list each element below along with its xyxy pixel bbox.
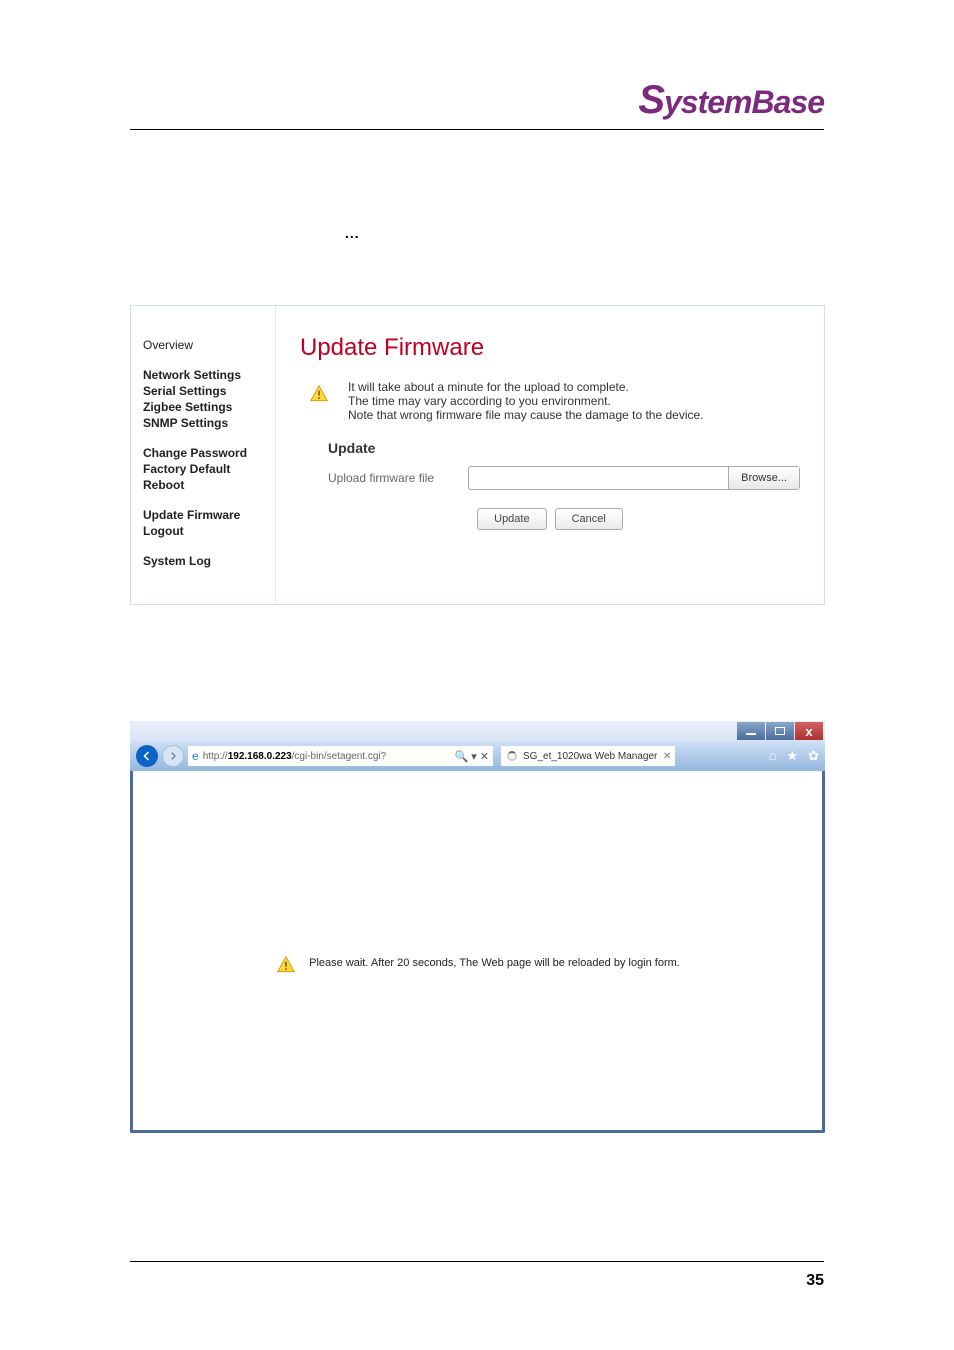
window-maximize-button[interactable]: [766, 722, 794, 740]
firmware-file-input[interactable]: Browse...: [468, 466, 800, 490]
arrow-left-icon: [141, 750, 153, 762]
sidebar-item-reboot[interactable]: Reboot: [143, 478, 275, 492]
browser-forward-button[interactable]: [162, 745, 184, 767]
ie-page-icon: e: [192, 749, 199, 763]
dropdown-icon[interactable]: ▾: [471, 750, 477, 763]
section-heading-update: Update: [328, 440, 800, 456]
browse-button[interactable]: Browse...: [728, 467, 799, 489]
cancel-button[interactable]: Cancel: [555, 508, 623, 530]
browser-tab[interactable]: SG_et_1020wa Web Manager ✕: [501, 746, 675, 766]
address-bar[interactable]: e http://192.168.0.223/cgi-bin/setagent.…: [188, 746, 493, 766]
sidebar-item-overview[interactable]: Overview: [143, 338, 275, 352]
window-minimize-button[interactable]: [737, 722, 765, 740]
tools-gear-icon[interactable]: ✿: [808, 748, 819, 764]
page-title: Update Firmware: [300, 334, 800, 362]
home-icon[interactable]: ⌂: [769, 748, 777, 764]
browser-back-button[interactable]: [136, 745, 158, 767]
sidebar-item-logout[interactable]: Logout: [143, 524, 275, 538]
sidebar-item-update-firmware[interactable]: Update Firmware: [143, 508, 275, 522]
sidebar-nav: Overview Network Settings Serial Setting…: [131, 306, 276, 604]
please-wait-message: Please wait. After 20 seconds, The Web p…: [309, 957, 680, 969]
window-titlebar: x: [130, 721, 825, 741]
browser-window: x e http://192.168.0.223/cgi-bin/setagen…: [130, 721, 825, 1133]
loading-spinner-icon: [507, 751, 517, 761]
window-close-button[interactable]: x: [795, 722, 823, 740]
sidebar-item-network-settings[interactable]: Network Settings: [143, 368, 275, 382]
sidebar-item-change-password[interactable]: Change Password: [143, 446, 275, 460]
warning-text-line: Note that wrong firmware file may cause …: [348, 408, 704, 422]
search-icon[interactable]: 🔍: [455, 750, 469, 763]
tab-close-button[interactable]: ✕: [663, 751, 671, 762]
update-button[interactable]: Update: [477, 508, 546, 530]
ellipsis-text: ...: [345, 225, 360, 241]
sidebar-item-system-log[interactable]: System Log: [143, 554, 275, 568]
brand-logo: SystemBase: [638, 78, 824, 123]
sidebar-item-snmp-settings[interactable]: SNMP Settings: [143, 416, 275, 430]
warning-icon: [275, 955, 297, 975]
stop-icon[interactable]: ✕: [480, 750, 489, 763]
arrow-right-icon: [168, 751, 178, 761]
upload-firmware-label: Upload firmware file: [328, 471, 468, 485]
warning-text-line: The time may vary according to you envir…: [348, 394, 704, 408]
warning-text-line: It will take about a minute for the uplo…: [348, 380, 704, 394]
sidebar-item-serial-settings[interactable]: Serial Settings: [143, 384, 275, 398]
address-bar-url: http://192.168.0.223/cgi-bin/setagent.cg…: [203, 751, 451, 762]
page-number: 35: [806, 1272, 824, 1289]
favorites-icon[interactable]: ★: [786, 748, 798, 764]
tab-title: SG_et_1020wa Web Manager: [523, 751, 657, 762]
sidebar-item-factory-default[interactable]: Factory Default: [143, 462, 275, 476]
sidebar-item-zigbee-settings[interactable]: Zigbee Settings: [143, 400, 275, 414]
warning-icon: [308, 384, 330, 404]
firmware-update-panel: Overview Network Settings Serial Setting…: [130, 305, 825, 605]
